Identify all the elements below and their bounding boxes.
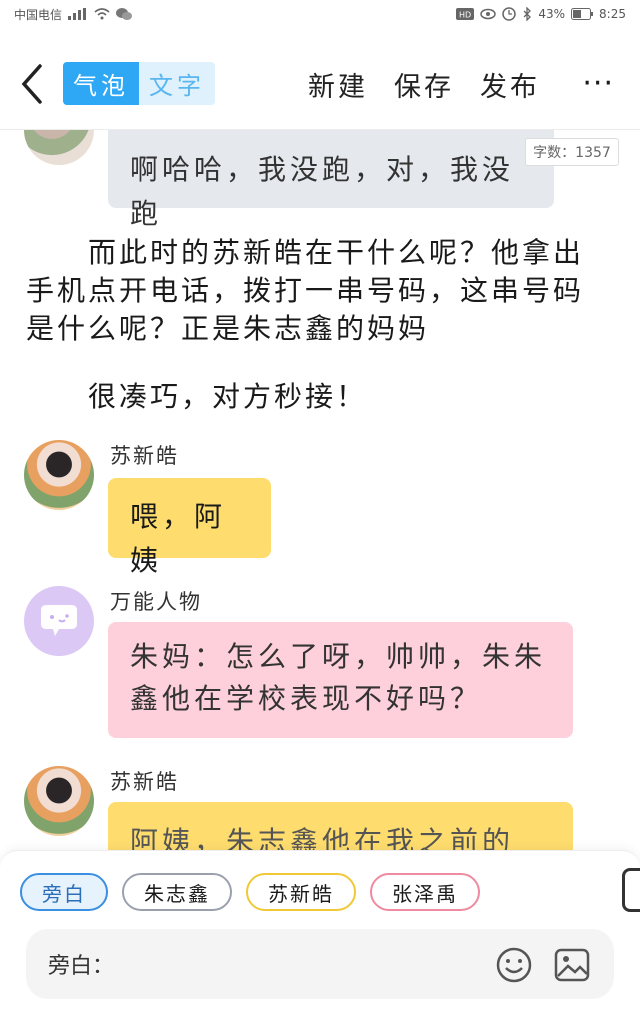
message-bubble[interactable]: 朱妈：怎么了呀，帅帅，朱朱鑫他在学校表现不好吗？	[108, 622, 573, 738]
role-chip[interactable]: 朱志鑫	[122, 873, 232, 911]
character-name: 苏新皓	[110, 770, 179, 794]
avatar[interactable]	[24, 766, 94, 836]
back-arrow-icon[interactable]	[18, 62, 48, 106]
chat-bubble-icon	[41, 605, 77, 636]
role-selector: 旁白 朱志鑫 苏新皓 张泽禹 张	[20, 873, 490, 913]
save-button[interactable]: 保存	[394, 65, 454, 104]
carrier-label: 中国电信	[14, 7, 63, 22]
top-bar: 气泡 文字 新建 保存 发布 ···	[0, 40, 640, 130]
tab-bubble[interactable]: 气泡	[63, 62, 139, 105]
bluetooth-icon	[523, 7, 532, 21]
publish-button[interactable]: 发布	[480, 65, 540, 104]
mode-toggle: 气泡 文字	[63, 62, 215, 105]
avatar[interactable]	[24, 440, 94, 510]
word-count-badge: 字数：1357	[525, 138, 619, 166]
character-name: 苏新皓	[110, 444, 179, 468]
status-bar: 中国电信 HD 43% 8:25	[0, 0, 640, 28]
narration-paragraph[interactable]: 而此时的苏新皓在干什么呢？他拿出手机点开电话，拨打一串号码，这串号码是什么呢？正…	[26, 234, 606, 348]
image-icon[interactable]	[553, 946, 591, 984]
clock: 8:25	[599, 7, 626, 21]
svg-text:HD: HD	[459, 11, 471, 20]
tab-text[interactable]: 文字	[139, 62, 215, 105]
avatar[interactable]	[24, 130, 94, 165]
story-content: 字数：1357 啊哈哈，我没跑，对，我没跑 而此时的苏新皓在干什么呢？他拿出手机…	[0, 130, 640, 850]
alarm-icon	[502, 7, 517, 21]
message-bubble[interactable]: 啊哈哈，我没跑，对，我没跑	[108, 130, 554, 230]
signal-icon	[68, 8, 87, 20]
avatar[interactable]	[24, 586, 94, 656]
chat-app-icon	[116, 8, 133, 20]
new-button[interactable]: 新建	[308, 65, 368, 104]
input-role-label: 旁白：	[48, 954, 115, 979]
message-bubble[interactable]: 阿姨，朱志鑫他在我之前的	[108, 802, 573, 850]
side-profile-icon[interactable]	[622, 868, 640, 912]
emoji-icon[interactable]	[495, 946, 533, 984]
role-chip[interactable]: 苏新皓	[246, 873, 356, 911]
role-chip[interactable]: 张泽禹	[370, 873, 480, 911]
battery-icon	[571, 8, 594, 20]
hd-icon: HD	[456, 8, 475, 20]
header-actions: 新建 保存 发布	[308, 62, 540, 106]
character-name: 万能人物	[110, 590, 202, 614]
message-bubble[interactable]: 喂，阿姨	[108, 478, 271, 577]
more-menu-icon[interactable]: ···	[582, 69, 614, 99]
role-chip-narrator[interactable]: 旁白	[20, 873, 108, 911]
wifi-icon	[94, 8, 110, 20]
narration-paragraph[interactable]: 很凑巧，对方秒接！	[26, 378, 606, 416]
eye-icon	[480, 8, 497, 20]
compose-panel: 旁白 朱志鑫 苏新皓 张泽禹 张 旁白：	[0, 850, 640, 1024]
battery-percent: 43%	[538, 7, 566, 21]
